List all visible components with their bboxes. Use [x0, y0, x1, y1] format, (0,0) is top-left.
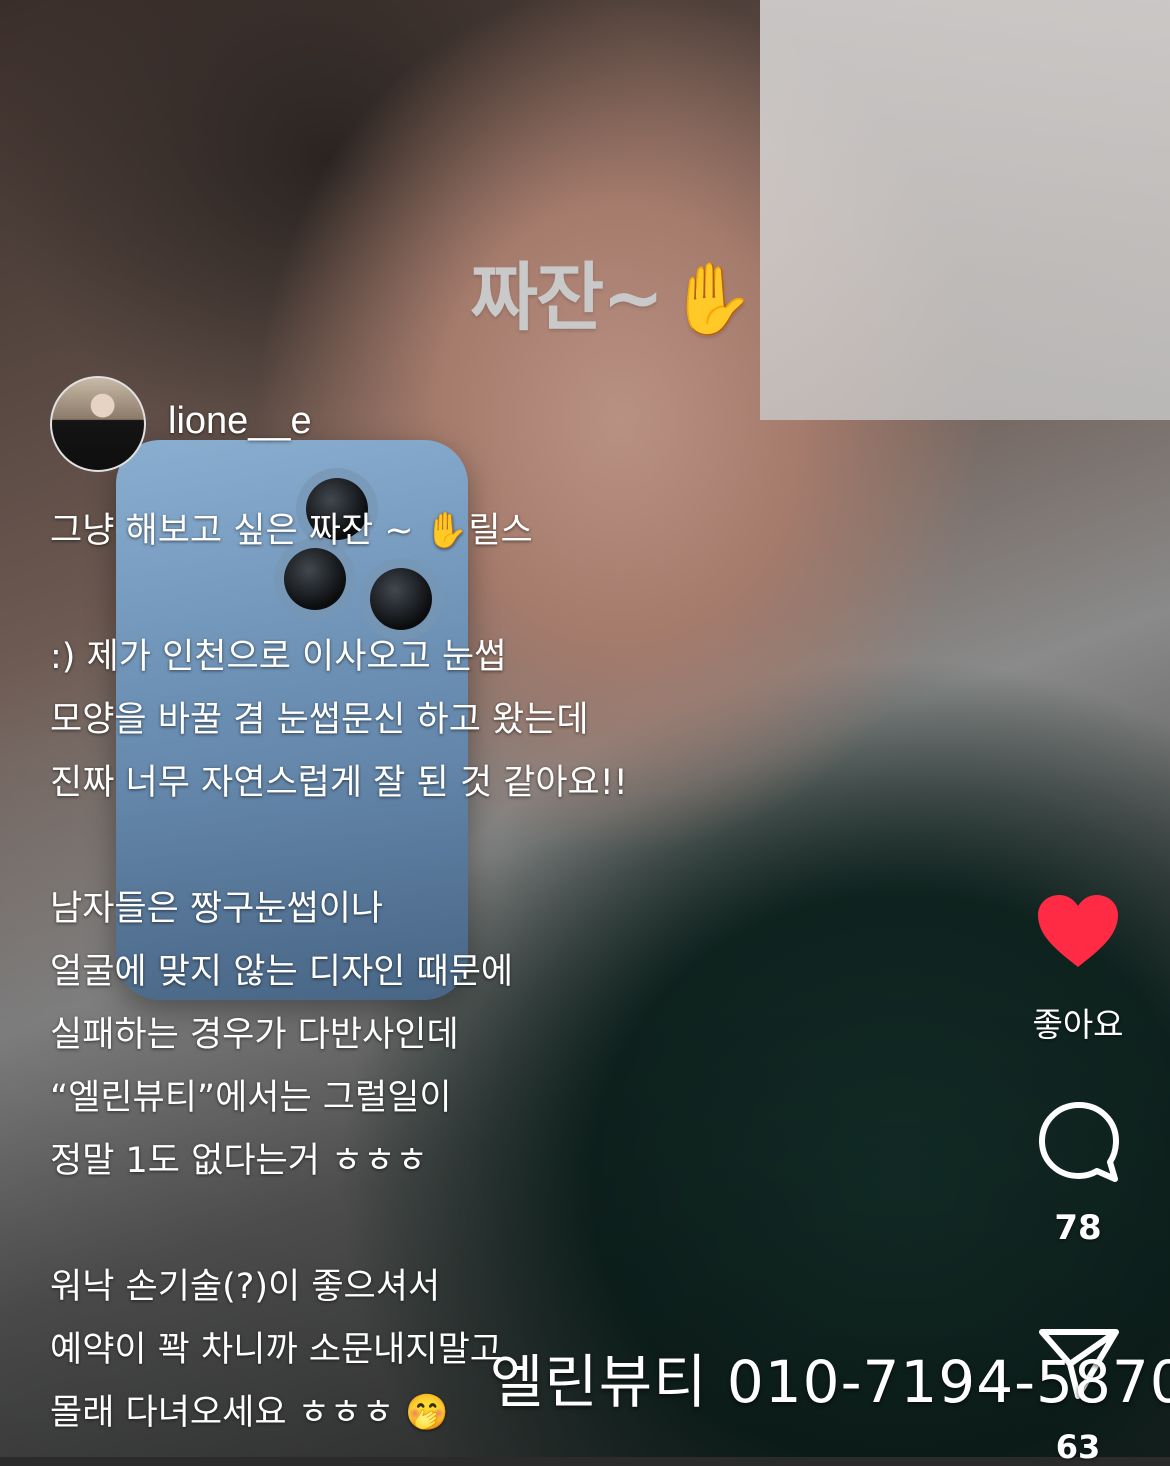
share-count: 63 — [1055, 1428, 1101, 1466]
caption-line: 그냥 해보고 싶은 짜잔 ~ ✋릴스 — [50, 500, 750, 563]
sticker-text: 짜잔~ — [470, 255, 664, 341]
caption-line: 실패하는 경우가 다반사인데 — [50, 1015, 459, 1055]
raised-hand-emoji-icon: ✋ — [424, 511, 469, 551]
caption-line: 모양을 바꿀 겸 눈썹문신 하고 왔는데 — [50, 700, 589, 740]
caption-line: 정말 1도 없다는거 ㅎㅎㅎ — [50, 1141, 428, 1181]
raised-hand-emoji-icon: ✋ — [668, 258, 755, 340]
caption-line: 워낙 손기술(?)이 좋으셔서 — [50, 1267, 441, 1307]
like-label: 좋아요 — [1032, 1005, 1124, 1044]
hand-over-mouth-emoji-icon: 🤭 — [405, 1393, 449, 1433]
avatar[interactable] — [50, 376, 146, 472]
heart-icon[interactable] — [1035, 893, 1121, 969]
caption-line: :) 제가 인천으로 이사오고 눈썹 — [50, 637, 507, 677]
username[interactable]: lione__e — [168, 400, 312, 443]
caption-line: 남자들은 짱구눈썹이나 — [50, 889, 384, 929]
comment-count: 78 — [1054, 1208, 1102, 1248]
video-sticker: 짜잔~✋ — [470, 238, 755, 345]
caption-line: “엘린뷰티”에서는 그럴일이 — [50, 1078, 452, 1118]
caption: 그냥 해보고 싶은 짜잔 ~ ✋릴스 :) 제가 인천으로 이사오고 눈썹 모양… — [50, 500, 750, 1445]
watermark-text: 엘린뷰티 010-7194-5870 — [490, 1348, 1170, 1416]
background-wall — [760, 0, 1170, 420]
caption-line: 얼굴에 맞지 않는 디자인 때문에 — [50, 952, 514, 992]
caption-line: 진짜 너무 자연스럽게 잘 된 것 같아요!! — [50, 763, 628, 803]
comment-icon[interactable] — [1036, 1100, 1122, 1186]
